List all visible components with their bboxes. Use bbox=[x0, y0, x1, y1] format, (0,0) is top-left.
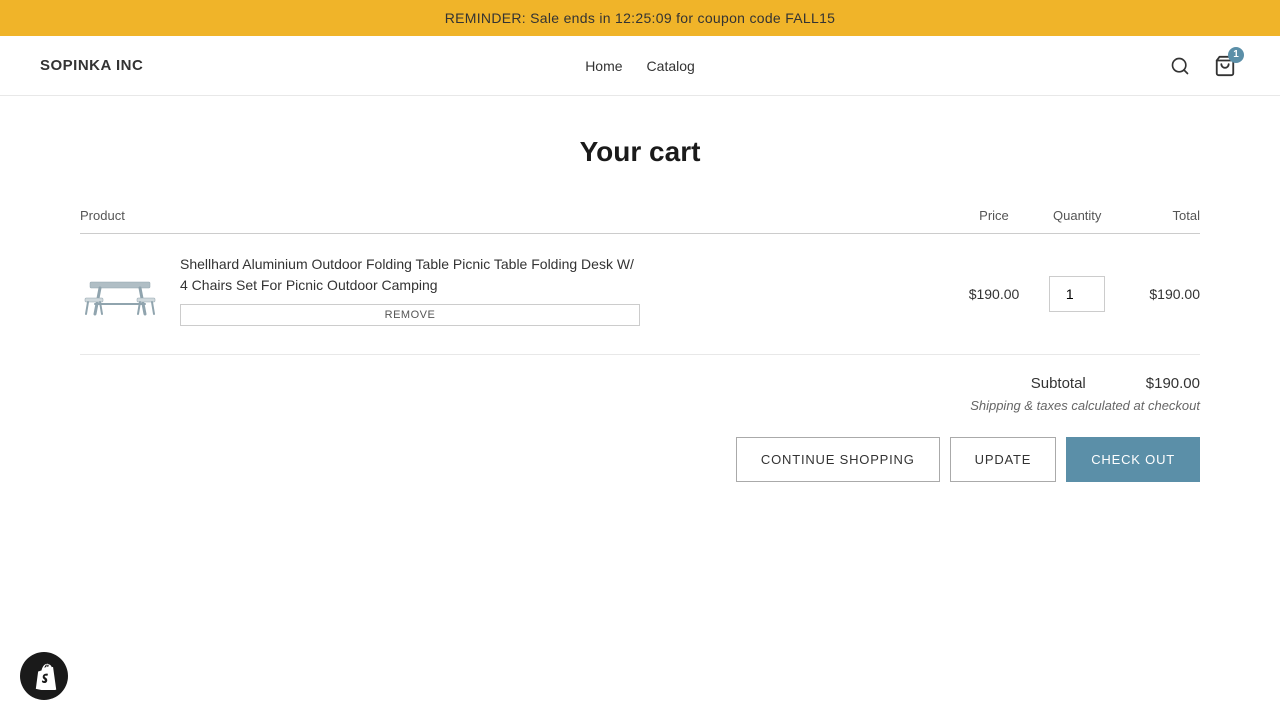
subtotal-label: Subtotal bbox=[1031, 375, 1086, 392]
shopify-badge[interactable] bbox=[20, 652, 68, 700]
cart-table: Product Price Quantity Total bbox=[80, 208, 1200, 355]
cart-button[interactable]: 1 bbox=[1210, 51, 1240, 81]
nav-home[interactable]: Home bbox=[585, 58, 622, 74]
cart-page: Your cart Product Price Quantity Total bbox=[40, 96, 1240, 542]
col-quantity: Quantity bbox=[1034, 208, 1121, 234]
subtotal-section: Subtotal $190.00 Shipping & taxes calcul… bbox=[80, 375, 1200, 413]
banner-text: REMINDER: Sale ends in 12:25:09 for coup… bbox=[445, 10, 836, 26]
page-title: Your cart bbox=[80, 136, 1200, 168]
col-product: Product bbox=[80, 208, 954, 234]
sale-banner: REMINDER: Sale ends in 12:25:09 for coup… bbox=[0, 0, 1280, 36]
shipping-note: Shipping & taxes calculated at checkout bbox=[970, 398, 1200, 413]
main-nav: Home Catalog bbox=[585, 58, 695, 74]
site-logo[interactable]: SOPINKA INC bbox=[40, 57, 143, 74]
product-cell: Shellhard Aluminium Outdoor Folding Tabl… bbox=[80, 254, 954, 334]
subtotal-value: $190.00 bbox=[1146, 375, 1200, 392]
remove-button[interactable]: REMOVE bbox=[180, 304, 640, 326]
header-icons: 1 bbox=[1166, 51, 1240, 81]
subtotal-row: Subtotal $190.00 bbox=[1031, 375, 1200, 392]
item-price: $190.00 bbox=[954, 234, 1033, 355]
col-total: Total bbox=[1121, 208, 1200, 234]
nav-catalog[interactable]: Catalog bbox=[647, 58, 695, 74]
product-info: Shellhard Aluminium Outdoor Folding Tabl… bbox=[180, 254, 640, 326]
cart-actions: CONTINUE SHOPPING UPDATE CHECK OUT bbox=[80, 437, 1200, 482]
product-thumbnail bbox=[80, 254, 160, 334]
update-button[interactable]: UPDATE bbox=[950, 437, 1057, 482]
product-image bbox=[80, 254, 160, 334]
checkout-button[interactable]: CHECK OUT bbox=[1066, 437, 1200, 482]
quantity-cell bbox=[1034, 234, 1121, 355]
continue-shopping-button[interactable]: CONTINUE SHOPPING bbox=[736, 437, 940, 482]
cart-count: 1 bbox=[1228, 47, 1244, 63]
search-button[interactable] bbox=[1166, 52, 1194, 80]
search-icon bbox=[1170, 56, 1190, 76]
shopify-icon bbox=[30, 662, 58, 690]
table-row: Shellhard Aluminium Outdoor Folding Tabl… bbox=[80, 234, 1200, 355]
item-total: $190.00 bbox=[1121, 234, 1200, 355]
quantity-input[interactable] bbox=[1049, 276, 1105, 312]
product-name: Shellhard Aluminium Outdoor Folding Tabl… bbox=[180, 254, 640, 296]
col-price: Price bbox=[954, 208, 1033, 234]
site-header: SOPINKA INC Home Catalog 1 bbox=[0, 36, 1280, 96]
